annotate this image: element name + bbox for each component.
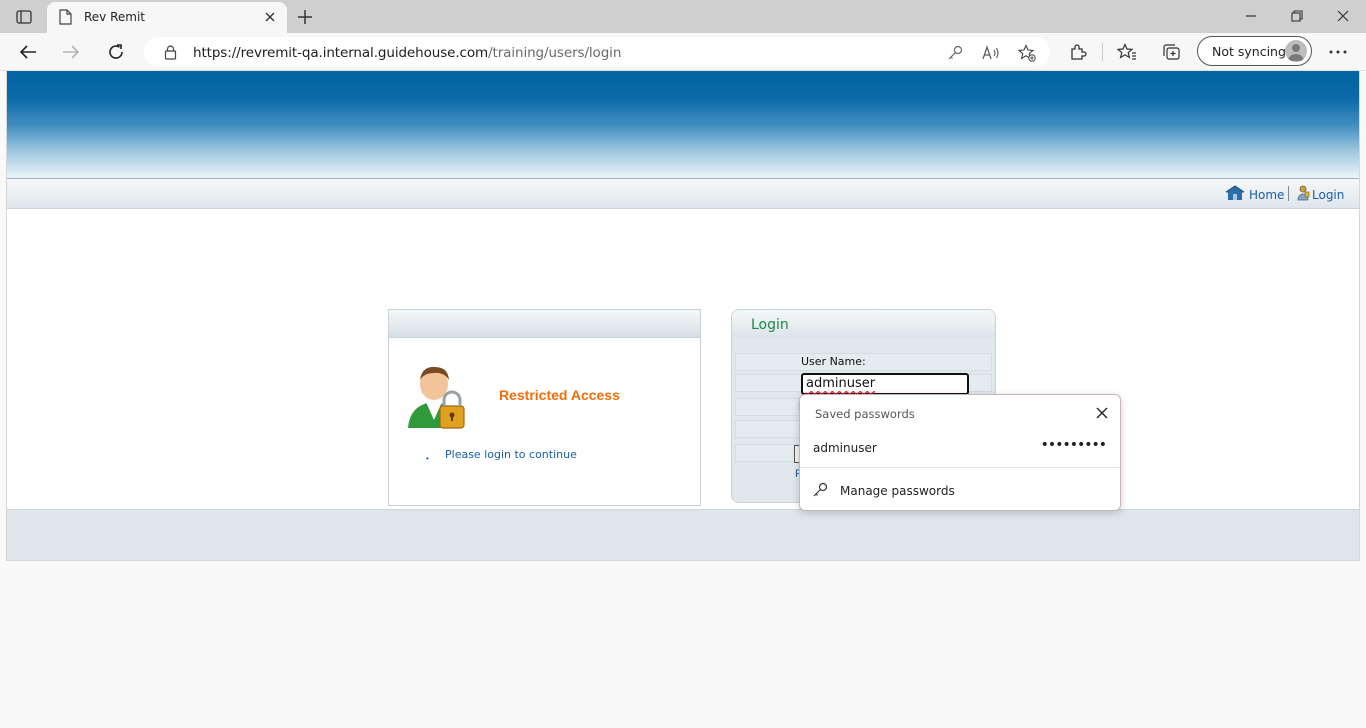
saved-username: adminuser (813, 441, 877, 455)
restore-icon[interactable] (1282, 5, 1312, 27)
lock-icon[interactable] (164, 45, 177, 65)
back-arrow-icon[interactable] (15, 40, 41, 64)
browser-toolbar: https://revremit-qa.internal.guidehouse.… (0, 33, 1366, 71)
saved-password-mask: ••••••••• (1040, 437, 1107, 453)
tab-actions-icon[interactable] (12, 6, 36, 28)
page-icon (59, 9, 72, 30)
nav-home-link[interactable]: Home (1225, 185, 1284, 204)
restricted-panel-header (389, 310, 700, 338)
manage-passwords-item[interactable]: Manage passwords (800, 479, 1120, 503)
top-nav-strip: Home Login (7, 179, 1359, 209)
message-bullet: • (426, 454, 429, 463)
nav-login-label: Login (1312, 187, 1345, 202)
saved-passwords-title: Saved passwords (815, 407, 915, 421)
nav-login-link[interactable]: Login (1296, 185, 1344, 204)
username-input[interactable]: adminuser (801, 373, 969, 395)
address-bar[interactable]: https://revremit-qa.internal.guidehouse.… (144, 37, 1050, 67)
url-host: https://revremit-qa.internal.guidehouse.… (193, 45, 489, 61)
browser-tab-strip: Rev Remit (0, 0, 1366, 33)
extensions-icon[interactable] (1067, 41, 1089, 63)
url-path: /training/users/login (488, 45, 622, 61)
footer-band (7, 509, 1359, 560)
restricted-access-panel: Restricted Access • Please login to cont… (388, 309, 701, 506)
collections-icon[interactable] (1160, 41, 1182, 63)
browser-tab[interactable]: Rev Remit (47, 2, 287, 33)
close-icon[interactable] (1094, 405, 1110, 421)
toolbar-separator (1102, 43, 1103, 61)
minimize-icon[interactable] (1236, 5, 1266, 27)
login-prompt-message: Please login to continue (445, 448, 577, 461)
forward-arrow-icon[interactable] (58, 40, 84, 64)
popup-divider (800, 467, 1120, 468)
tab-close-icon[interactable] (263, 10, 277, 24)
nav-divider (1288, 186, 1289, 201)
username-label: User Name: (801, 355, 866, 368)
nav-home-label: Home (1249, 187, 1285, 202)
manage-passwords-label: Manage passwords (840, 484, 955, 498)
user-lock-icon (404, 362, 468, 437)
profile-avatar-icon (1285, 40, 1307, 62)
page-content: Home Login Restricted Access • Please lo… (6, 71, 1360, 561)
new-tab-icon[interactable] (294, 6, 316, 28)
profile-sync-button[interactable]: Not syncing (1197, 36, 1312, 66)
login-panel-title: Login (751, 317, 789, 333)
more-menu-icon[interactable] (1327, 41, 1349, 63)
favorites-icon[interactable] (1116, 41, 1138, 63)
url-text[interactable]: https://revremit-qa.internal.guidehouse.… (193, 45, 621, 61)
login-panel-header: Login (732, 310, 995, 338)
login-key-icon (1296, 185, 1310, 204)
sync-status-label: Not syncing (1212, 44, 1286, 59)
close-window-icon[interactable] (1328, 5, 1358, 27)
tab-title: Rev Remit (84, 10, 146, 24)
saved-passwords-popup: Saved passwords adminuser ••••••••• Mana… (799, 394, 1121, 511)
saved-password-entry[interactable]: adminuser ••••••••• (800, 433, 1120, 461)
add-favorite-icon[interactable] (1018, 44, 1036, 62)
restricted-access-title: Restricted Access (499, 387, 620, 403)
home-icon (1225, 185, 1245, 204)
key-icon[interactable] (946, 44, 964, 62)
refresh-icon[interactable] (103, 40, 129, 64)
read-aloud-icon[interactable] (982, 44, 1000, 62)
key-icon (812, 482, 828, 503)
header-banner (7, 71, 1359, 179)
